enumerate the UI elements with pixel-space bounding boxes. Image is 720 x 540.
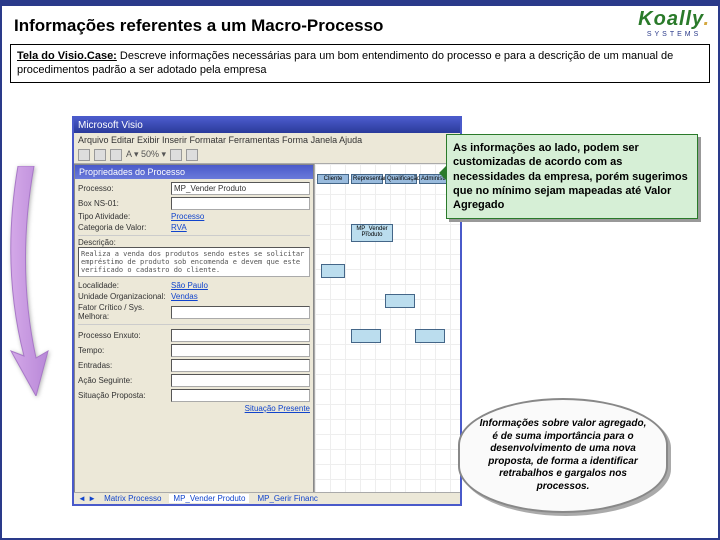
who-input[interactable] xyxy=(171,197,310,210)
visio-menubar[interactable]: Arquivo Editar Exibir Inserir Formatar F… xyxy=(74,133,460,147)
decorative-arrow xyxy=(6,166,66,366)
desc-textarea[interactable]: Realiza a venda dos produtos sendo estes… xyxy=(78,247,310,277)
tempo-input[interactable] xyxy=(171,344,310,357)
page-title: Informações referentes a um Macro-Proces… xyxy=(14,16,710,36)
visio-window: Microsoft Visio Arquivo Editar Exibir In… xyxy=(72,116,462,506)
callout-customization: As informações ao lado, podem ser custom… xyxy=(446,134,698,219)
visio-canvas[interactable]: Cliente Representante Qualificação Admin… xyxy=(314,164,460,496)
entrada-input[interactable] xyxy=(171,359,310,372)
properties-dialog: Propriedades do Processo Processo: Box N… xyxy=(74,164,314,496)
type-link[interactable]: Processo xyxy=(171,212,204,221)
description-box: Tela do Visio.Case: Descreve informações… xyxy=(10,44,710,83)
local-link[interactable]: São Paulo xyxy=(171,281,208,290)
pe-input[interactable] xyxy=(171,329,310,342)
logo: Koally. SYSTEMS xyxy=(638,8,710,38)
process-input[interactable] xyxy=(171,182,310,195)
saida-input[interactable] xyxy=(171,374,310,387)
status-link[interactable]: Situação Presente xyxy=(78,404,310,413)
dialog-title: Propriedades do Processo xyxy=(75,165,313,179)
visio-toolbar[interactable]: A ▾ 50% ▾ xyxy=(74,147,460,164)
visio-titlebar: Microsoft Visio xyxy=(74,118,460,133)
fc-input[interactable] xyxy=(171,306,310,319)
sit-input[interactable] xyxy=(171,389,310,402)
visio-tabs[interactable]: ◄ ► Matrix Processo MP_Vender Produto MP… xyxy=(74,492,460,504)
callout-value-added: Informações sobre valor agregado, é de s… xyxy=(458,398,668,513)
org-link[interactable]: Vendas xyxy=(171,292,198,301)
category-link[interactable]: RVA xyxy=(171,223,187,232)
